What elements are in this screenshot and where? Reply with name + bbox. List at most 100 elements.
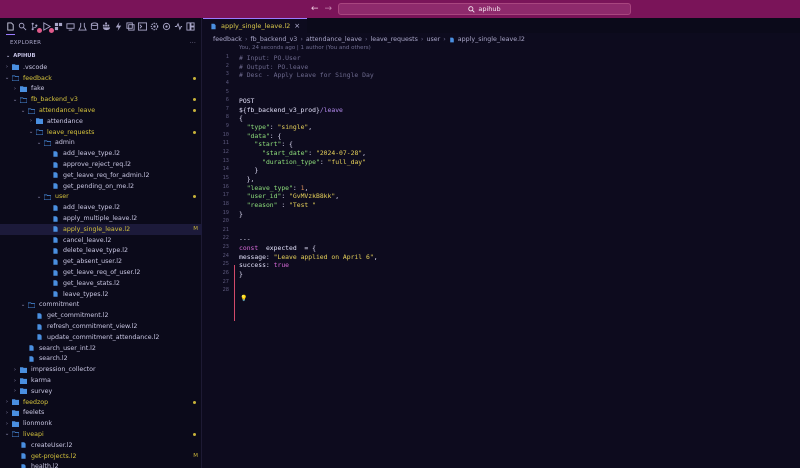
back-arrow-icon[interactable]: ← [311,4,319,14]
tree-file[interactable]: apply_single_leave.l2 M [0,223,202,235]
git-graph-icon[interactable] [162,22,171,31]
tree-file[interactable]: health.l2 [0,461,202,468]
dashboard-icon[interactable] [186,21,195,31]
tree-file[interactable]: apply_multiple_leave.l2 [0,213,202,224]
code-token: # Desc - Apply Leave for Single Day [239,71,374,80]
tree-file[interactable]: search_user_int.l2 [0,343,202,354]
tree-file[interactable]: update_commitment_attendance.l2 [0,332,202,343]
line-number: 5 [225,88,229,95]
breadcrumb-item[interactable]: feedback [213,36,242,43]
tree-folder[interactable]: › impression_collector [0,364,202,375]
database-icon[interactable] [90,21,99,31]
tree-file[interactable]: get_commitment.l2 [0,310,202,321]
tree-folder[interactable]: › .vscode [0,62,202,73]
tree-file[interactable]: cancel_leave.l2 [0,235,202,246]
testing-icon[interactable] [78,22,87,31]
line-number: 24 [222,252,229,259]
code-token: "start_date" [262,149,309,158]
breadcrumb: feedback › fb_backend_v3 › attendance_leave ›… [213,36,525,43]
tree-folder[interactable]: › lionmonk [0,418,202,429]
tree-file[interactable]: approve_reject_req.l2 [0,159,202,170]
tree-folder[interactable]: ⌄ liveapi [0,429,202,440]
activity-bar [0,18,202,35]
line-number: 14 [222,166,229,173]
tree-folder[interactable]: › fake [0,84,202,95]
tree-folder[interactable]: ⌄ admin [0,138,202,149]
remote-explorer-icon[interactable] [66,22,75,31]
tree-file[interactable]: get_leave_stats.l2 [0,278,202,289]
tree-file[interactable]: get_pending_on_me.l2 [0,181,202,192]
tree-folder[interactable]: › attendance [0,116,202,127]
tree-file[interactable]: refresh_commitment_view.l2 [0,321,202,332]
tree-file[interactable]: get_absent_user.l2 [0,256,202,267]
search-text: apihub [478,5,501,13]
file-icon [53,291,58,297]
file-icon [53,226,58,233]
tree-item-label: feedback [23,74,52,82]
tree-folder[interactable]: ⌄ feedback [0,73,202,84]
breadcrumb-item[interactable]: fb_backend_v3 [250,36,297,43]
tree-file[interactable]: leave_types.l2 [0,289,202,300]
code-line: const expected = { [239,244,789,253]
code-token: , [335,192,340,201]
file-icon [53,161,58,168]
code-line: "start": { [239,140,789,149]
tree-folder[interactable]: ⌄ attendance_leave [0,105,202,116]
copy-icon[interactable] [126,21,135,31]
breadcrumb-item[interactable]: user [426,36,440,43]
timeline-icon[interactable] [174,22,183,31]
docker-icon[interactable] [102,21,111,31]
tree-folder[interactable]: ⌄ fb_backend_v3 [0,94,202,105]
file-tree: › .vscode ⌄ feedback › fake ⌄ fb_backend_v3 ⌄ att… [0,62,202,468]
tree-file[interactable]: add_leave_type.l2 [0,202,202,213]
tree-folder[interactable]: › feelets [0,408,202,419]
code-editor[interactable]: # Input: PO.User # Output: PO.leave # Desc… [239,54,789,296]
tree-file[interactable]: add_leave_type.l2 [0,148,202,159]
file-icon [21,453,26,459]
tree-folder[interactable]: ⌄ user [0,192,202,203]
code-line: "reason" : "Test " [239,201,789,210]
breadcrumb-item[interactable]: attendance_leave [306,36,362,43]
tree-file[interactable]: delete_leave_type.l2 [0,246,202,257]
breadcrumb-item[interactable]: leave_requests [370,36,417,43]
source-control-icon[interactable] [30,22,42,33]
code-token: } [239,166,259,175]
workspace-root[interactable]: ⌄ APIHUB [6,53,35,59]
code-line: # Output: PO.leave [239,63,789,72]
run-debug-icon[interactable] [42,21,54,33]
tree-file[interactable]: get_leave_req_of_user.l2 [0,267,202,278]
command-center-search[interactable]: apihub [338,3,631,15]
tree-item-label: fb_backend_v3 [31,96,78,104]
folder-icon [12,64,19,71]
settings-gear-icon[interactable] [150,22,159,31]
code-token: : [269,123,278,132]
tree-file[interactable]: createUser.l2 [0,440,202,451]
tree-file[interactable]: get_leave_req_for_admin.l2 [0,170,202,181]
line-number: 3 [225,71,229,78]
workspace-root-label: APIHUB [13,53,36,59]
lightbulb-icon[interactable]: 💡 [240,295,247,302]
forward-arrow-icon[interactable]: → [325,4,333,14]
lightning-icon[interactable] [114,21,123,31]
tree-folder[interactable]: ⌄ commitment [0,300,202,311]
tree-folder[interactable]: › feedzop [0,397,202,408]
more-actions-icon[interactable]: ··· [190,40,196,46]
terminal-icon[interactable] [138,21,147,31]
tree-folder[interactable]: › survey [0,386,202,397]
explorer-icon[interactable] [6,21,15,35]
tree-folder[interactable]: ⌄ leave_requests [0,127,202,138]
folder-icon [20,377,27,384]
extensions-icon[interactable] [54,22,63,31]
line-number: 26 [222,270,229,277]
chevron-right-icon: › [29,118,33,125]
search-icon[interactable] [18,22,27,31]
close-tab-icon[interactable]: × [294,22,300,30]
tree-item-label: leave_types.l2 [63,290,109,298]
code-token: , [308,123,313,132]
breadcrumb-item[interactable]: apply_single_leave.l2 [458,36,525,43]
tab-apply-single-leave[interactable]: apply_single_leave.l2 × [203,18,308,33]
tree-file[interactable]: get-projects.l2 M [0,451,202,462]
tree-folder[interactable]: › karma [0,375,202,386]
code-token: true [273,261,290,270]
tree-file[interactable]: search.l2 [0,354,202,365]
